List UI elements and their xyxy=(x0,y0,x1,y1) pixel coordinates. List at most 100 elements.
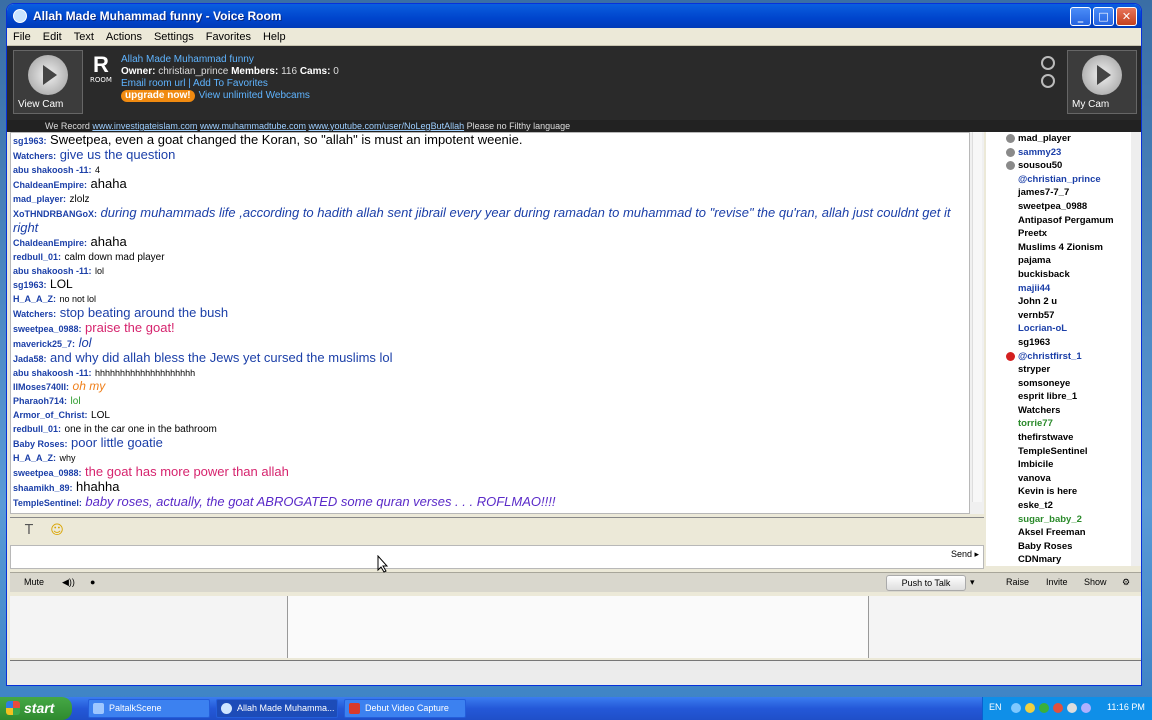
chat-sender[interactable]: Jada58: xyxy=(13,354,47,364)
user-list-scrollbar[interactable] xyxy=(1131,132,1141,566)
chat-sender[interactable]: shaamikh_89: xyxy=(13,483,73,493)
menu-file[interactable]: File xyxy=(13,31,31,43)
security-icon[interactable] xyxy=(1039,703,1049,713)
chat-sender[interactable]: abu shakoosh -11: xyxy=(13,266,92,276)
chat-sender[interactable]: IIMoses740II: xyxy=(13,382,69,392)
user-list-item[interactable]: majii44 xyxy=(986,282,1131,296)
chat-transcript[interactable]: sg1963: Sweetpea, even a goat changed th… xyxy=(10,132,970,514)
show-button[interactable]: Show xyxy=(1084,577,1107,587)
chat-sender[interactable]: H_A_A_Z: xyxy=(13,453,56,463)
my-cam-button[interactable]: My Cam xyxy=(1067,50,1137,114)
task-paltalkscene[interactable]: PaltalkScene xyxy=(88,699,210,718)
user-list-item[interactable]: John 2 u xyxy=(986,295,1131,309)
chat-sender[interactable]: H_A_A_Z: xyxy=(13,294,56,304)
message-input[interactable]: Send ▸ xyxy=(10,545,984,569)
view-cam-button[interactable]: View Cam xyxy=(13,50,83,114)
user-list-item[interactable]: torrie77 xyxy=(986,417,1131,431)
room-links[interactable]: Email room url | Add To Favorites xyxy=(121,78,339,90)
user-list-item[interactable]: stryper xyxy=(986,363,1131,377)
chat-sender[interactable]: Watchers: xyxy=(13,151,56,161)
user-list-item[interactable]: TempleSentinel xyxy=(986,445,1131,459)
tray-icon[interactable] xyxy=(1081,703,1091,713)
user-list-item[interactable]: james7-7_7 xyxy=(986,186,1131,200)
chat-sender[interactable]: ChaldeanEmpire: xyxy=(13,180,87,190)
send-button[interactable]: Send ▸ xyxy=(951,549,979,560)
raise-hand-button[interactable]: Raise xyxy=(1006,577,1029,587)
tray-icon[interactable] xyxy=(1053,703,1063,713)
menu-text[interactable]: Text xyxy=(74,31,94,43)
tray-icon[interactable] xyxy=(1025,703,1035,713)
options-icon[interactable]: ⚙ xyxy=(1122,577,1130,588)
user-list-item[interactable]: mad_player xyxy=(986,132,1131,146)
chat-sender[interactable]: sweetpea_0988: xyxy=(13,468,82,478)
task-debut-video-capture[interactable]: Debut Video Capture xyxy=(344,699,466,718)
menu-favorites[interactable]: Favorites xyxy=(206,31,251,43)
user-list-item[interactable]: somsoneye xyxy=(986,377,1131,391)
user-list-item[interactable]: Baby Roses xyxy=(986,540,1131,554)
upgrade-button[interactable]: upgrade now! xyxy=(121,90,195,102)
network-icon[interactable] xyxy=(1011,703,1021,713)
chat-sender[interactable]: redbull_01: xyxy=(13,252,61,262)
user-list-item[interactable]: sg1963 xyxy=(986,336,1131,350)
user-list-item[interactable]: buckisback xyxy=(986,268,1131,282)
user-list-item[interactable]: @christfirst_1 xyxy=(986,350,1131,364)
title-bar[interactable]: Allah Made Muhammad funny - Voice Room _… xyxy=(7,4,1141,28)
user-list-item[interactable]: thefirstwave xyxy=(986,431,1131,445)
user-list-item[interactable]: Antipasof Pergamum xyxy=(986,214,1131,228)
chat-sender[interactable]: sweetpea_0988: xyxy=(13,324,82,334)
language-indicator[interactable]: EN xyxy=(989,702,1002,712)
user-list-item[interactable]: Muslims 4 Zionism xyxy=(986,241,1131,255)
user-list-item[interactable]: sammy23 xyxy=(986,146,1131,160)
maximize-button[interactable]: □ xyxy=(1093,6,1114,26)
link-investigateislam[interactable]: www.investigateislam.com xyxy=(92,121,197,131)
zoom-out-icon[interactable] xyxy=(1041,74,1055,88)
chat-sender[interactable]: abu shakoosh -11: xyxy=(13,165,92,175)
chat-scroll-thumb[interactable] xyxy=(972,132,982,502)
volume-icon[interactable]: ◀)) xyxy=(62,577,75,588)
chat-sender[interactable]: Watchers: xyxy=(13,309,56,319)
user-list-item[interactable]: Locrian-oL xyxy=(986,322,1131,336)
chat-sender[interactable]: maverick25_7: xyxy=(13,339,75,349)
chat-sender[interactable]: sg1963: xyxy=(13,136,47,146)
chat-sender[interactable]: XoTHNDRBANGoX: xyxy=(13,209,97,219)
invite-button[interactable]: Invite xyxy=(1046,577,1068,587)
user-list-item[interactable]: Preetx xyxy=(986,227,1131,241)
start-button[interactable]: start xyxy=(0,697,72,720)
user-list-item[interactable]: CDNmary xyxy=(986,553,1131,566)
volume-icon[interactable] xyxy=(1067,703,1077,713)
menu-actions[interactable]: Actions xyxy=(106,31,142,43)
chat-scrollbar[interactable] xyxy=(970,132,984,514)
user-list-item[interactable]: eske_t2 xyxy=(986,499,1131,513)
close-button[interactable]: ✕ xyxy=(1116,6,1137,26)
emoticon-icon[interactable]: ☺ xyxy=(46,522,68,540)
user-list-item[interactable]: @christian_prince xyxy=(986,173,1131,187)
chat-sender[interactable]: ChaldeanEmpire: xyxy=(13,238,87,248)
link-muhammadtube[interactable]: www.muhammadtube.com xyxy=(200,121,306,131)
chat-sender[interactable]: redbull_01: xyxy=(13,424,61,434)
text-format-icon[interactable]: T xyxy=(18,522,40,540)
menu-edit[interactable]: Edit xyxy=(43,31,62,43)
menu-settings[interactable]: Settings xyxy=(154,31,194,43)
chat-sender[interactable]: Pharaoh714: xyxy=(13,396,67,406)
user-list-item[interactable]: esprit libre_1 xyxy=(986,390,1131,404)
task-voice-room[interactable]: Allah Made Muhamma... xyxy=(216,699,338,718)
user-list-item[interactable]: vanova xyxy=(986,472,1131,486)
user-list-item[interactable]: vernb57 xyxy=(986,309,1131,323)
mute-button[interactable]: Mute xyxy=(24,577,44,587)
chat-sender[interactable]: Baby Roses: xyxy=(13,439,68,449)
user-list[interactable]: mad_player sammy23 sousou50 @christian_prin… xyxy=(986,132,1131,566)
unlimited-webcams-link[interactable]: View unlimited Webcams xyxy=(199,90,310,101)
chat-sender[interactable]: TempleSentinel: xyxy=(13,498,82,508)
user-list-item[interactable]: sousou50 xyxy=(986,159,1131,173)
mic-icon[interactable]: ● xyxy=(90,577,95,587)
user-list-item[interactable]: Imbicile xyxy=(986,458,1131,472)
user-list-item[interactable]: pajama xyxy=(986,254,1131,268)
push-to-talk-button[interactable]: Push to Talk xyxy=(886,575,966,591)
user-list-item[interactable]: sugar_baby_2 xyxy=(986,513,1131,527)
user-list-item[interactable]: Watchers xyxy=(986,404,1131,418)
chat-sender[interactable]: mad_player: xyxy=(13,194,66,204)
minimize-button[interactable]: _ xyxy=(1070,6,1091,26)
chat-sender[interactable]: Armor_of_Christ: xyxy=(13,410,88,420)
chat-sender[interactable]: abu shakoosh -11: xyxy=(13,368,92,378)
link-youtube[interactable]: www.youtube.com/user/NoLegButAllah xyxy=(309,121,465,131)
